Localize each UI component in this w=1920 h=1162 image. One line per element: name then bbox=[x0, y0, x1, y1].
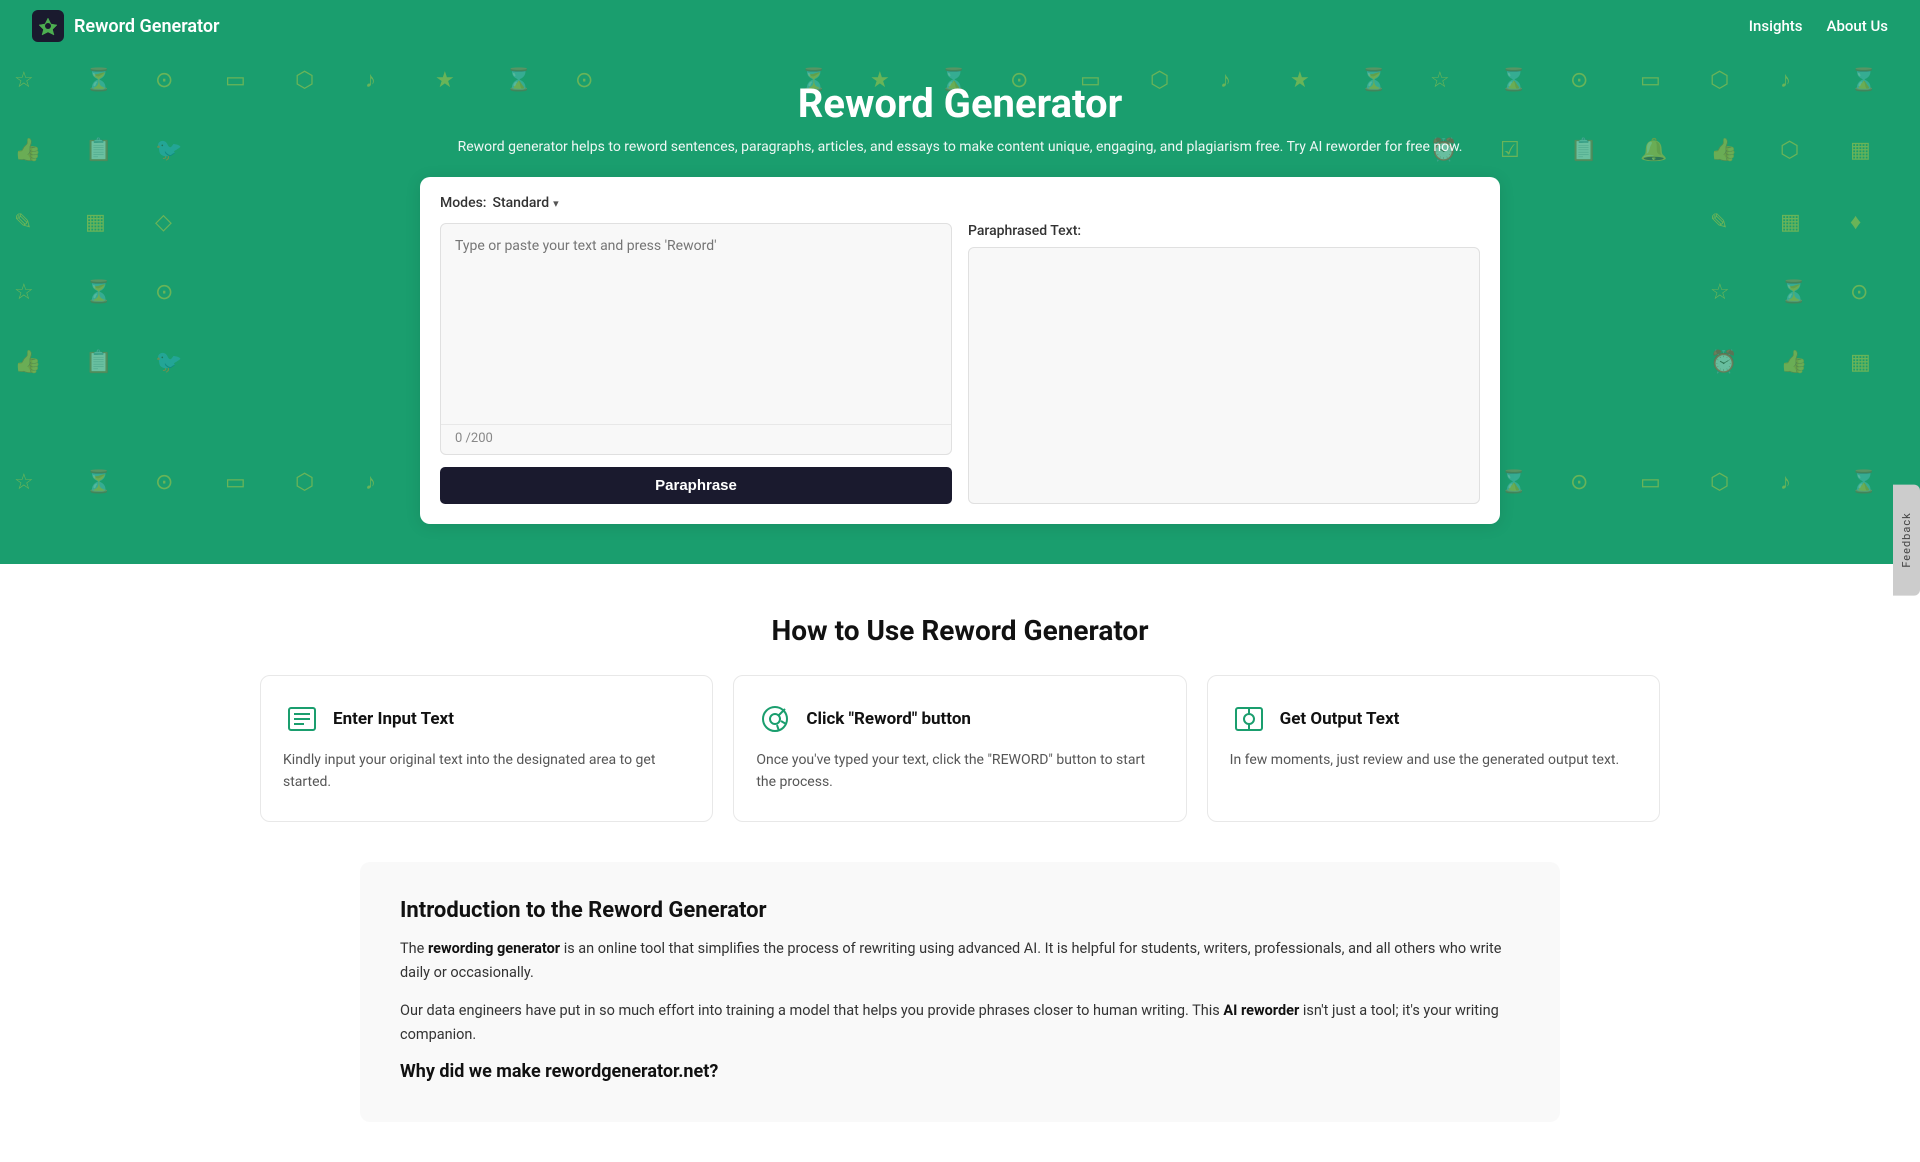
bg-icon: ▦ bbox=[1850, 352, 1871, 374]
bg-icon: ◇ bbox=[155, 212, 172, 234]
logo-icon bbox=[32, 10, 64, 42]
bg-icon: ♦ bbox=[1850, 212, 1861, 234]
intro-section: Introduction to the Reword Generator The… bbox=[360, 862, 1560, 1122]
char-max: /200 bbox=[466, 431, 493, 446]
bg-icon: ⊙ bbox=[1850, 282, 1868, 304]
bg-icon: ⬡ bbox=[1710, 472, 1729, 494]
how-card-1-desc: Kindly input your original text into the… bbox=[283, 750, 690, 793]
bg-icon: ⊙ bbox=[1570, 472, 1588, 494]
bg-icon: ⌛ bbox=[1850, 472, 1877, 494]
tool-card: Modes: Standard ▾ 0 /200 Paraphrase bbox=[420, 177, 1500, 524]
bg-icon: 📋 bbox=[85, 352, 112, 374]
bg-icon: ▭ bbox=[225, 472, 246, 494]
hero-subtitle: Reword generator helps to reword sentenc… bbox=[20, 139, 1900, 155]
input-panel: 0 /200 Paraphrase bbox=[440, 223, 952, 504]
bg-icon: ☆ bbox=[1710, 282, 1730, 304]
intro-p1-bold: rewording generator bbox=[428, 940, 560, 957]
intro-subtitle: Why did we make rewordgenerator.net? bbox=[400, 1061, 1520, 1082]
hero-title: Reword Generator bbox=[20, 80, 1900, 127]
enter-text-icon bbox=[283, 700, 321, 738]
bg-icon: ⌛ bbox=[1500, 472, 1527, 494]
modes-label: Modes: bbox=[440, 195, 486, 211]
intro-paragraph-2: Our data engineers have put in so much e… bbox=[400, 999, 1520, 1047]
how-card-3-desc: In few moments, just review and use the … bbox=[1230, 750, 1637, 772]
output-area bbox=[968, 247, 1480, 504]
bg-icon: ☆ bbox=[14, 282, 34, 304]
how-card-2-header: Click "Reword" button bbox=[756, 700, 1163, 738]
intro-p1-before: The bbox=[400, 940, 428, 957]
char-current: 0 bbox=[455, 431, 462, 446]
intro-p1-after: is an online tool that simplifies the pr… bbox=[400, 940, 1502, 981]
bg-icon: ⏳ bbox=[85, 472, 112, 494]
how-card-3-title: Get Output Text bbox=[1280, 709, 1400, 729]
how-card-1: Enter Input Text Kindly input your origi… bbox=[260, 675, 713, 822]
bg-icon: ▭ bbox=[1640, 472, 1661, 494]
modes-row: Modes: Standard ▾ bbox=[440, 195, 1480, 211]
how-card-2-desc: Once you've typed your text, click the "… bbox=[756, 750, 1163, 793]
bg-icon: ☆ bbox=[14, 472, 34, 494]
how-to-section: How to Use Reword Generator Enter Input … bbox=[0, 564, 1920, 862]
char-count: 0 /200 bbox=[441, 424, 951, 454]
bg-icon: 👍 bbox=[14, 352, 41, 374]
bg-icon: ▦ bbox=[1780, 212, 1801, 234]
bg-icon: ⏳ bbox=[1780, 282, 1807, 304]
bg-icon: ⏰ bbox=[1710, 352, 1737, 374]
nav-insights[interactable]: Insights bbox=[1749, 17, 1803, 35]
bg-icon: ▦ bbox=[85, 212, 106, 234]
header: Reword Generator Insights About Us bbox=[0, 0, 1920, 52]
paraphrase-button[interactable]: Paraphrase bbox=[440, 467, 952, 504]
nav-about[interactable]: About Us bbox=[1827, 17, 1889, 35]
bg-icon: ⊙ bbox=[155, 472, 173, 494]
intro-p2-before: Our data engineers have put in so much e… bbox=[400, 1002, 1223, 1019]
bg-icon: ✎ bbox=[14, 212, 32, 234]
how-card-1-header: Enter Input Text bbox=[283, 700, 690, 738]
bg-icon: 👍 bbox=[1780, 352, 1807, 374]
chevron-down-icon: ▾ bbox=[553, 197, 559, 210]
logo: Reword Generator bbox=[32, 10, 220, 42]
modes-dropdown[interactable]: Standard ▾ bbox=[492, 195, 558, 211]
hero-section: ☆ ⏳ ⊙ ▭ ⬡ ♪ ★ ⌛ ⊙ ⏳ ★ ⌛ ⊙ ▭ ⬡ ♪ ★ ⏳ ☆ ⌛ … bbox=[0, 52, 1920, 564]
feedback-sidebar: Feedback bbox=[1893, 484, 1920, 595]
logo-text: Reword Generator bbox=[74, 16, 220, 37]
bg-icon: ⊙ bbox=[155, 282, 173, 304]
header-nav: Insights About Us bbox=[1749, 17, 1888, 35]
how-card-1-title: Enter Input Text bbox=[333, 709, 454, 729]
output-icon bbox=[1230, 700, 1268, 738]
intro-paragraph-1: The rewording generator is an online too… bbox=[400, 937, 1520, 985]
feedback-button[interactable]: Feedback bbox=[1893, 484, 1920, 595]
how-card-3-header: Get Output Text bbox=[1230, 700, 1637, 738]
how-to-cards: Enter Input Text Kindly input your origi… bbox=[260, 675, 1660, 822]
bg-icon: ⏳ bbox=[85, 282, 112, 304]
intro-title: Introduction to the Reword Generator bbox=[400, 898, 1520, 923]
click-button-icon bbox=[756, 700, 794, 738]
intro-p2-bold: AI reworder bbox=[1223, 1002, 1299, 1019]
how-card-3: Get Output Text In few moments, just rev… bbox=[1207, 675, 1660, 822]
text-input[interactable] bbox=[441, 224, 951, 424]
bg-icon: ⬡ bbox=[295, 472, 314, 494]
panels-row: 0 /200 Paraphrase Paraphrased Text: bbox=[440, 223, 1480, 504]
bg-icon: ♪ bbox=[365, 472, 376, 494]
input-area-wrap: 0 /200 bbox=[440, 223, 952, 455]
how-card-2-title: Click "Reword" button bbox=[806, 709, 971, 729]
how-card-2: Click "Reword" button Once you've typed … bbox=[733, 675, 1186, 822]
bg-icon: ♪ bbox=[1780, 472, 1791, 494]
bg-icon: ✎ bbox=[1710, 212, 1728, 234]
output-panel: Paraphrased Text: bbox=[968, 223, 1480, 504]
bg-icon: 🐦 bbox=[155, 352, 182, 374]
modes-selected-value: Standard bbox=[492, 195, 549, 211]
output-label: Paraphrased Text: bbox=[968, 223, 1480, 239]
how-to-title: How to Use Reword Generator bbox=[20, 614, 1900, 647]
